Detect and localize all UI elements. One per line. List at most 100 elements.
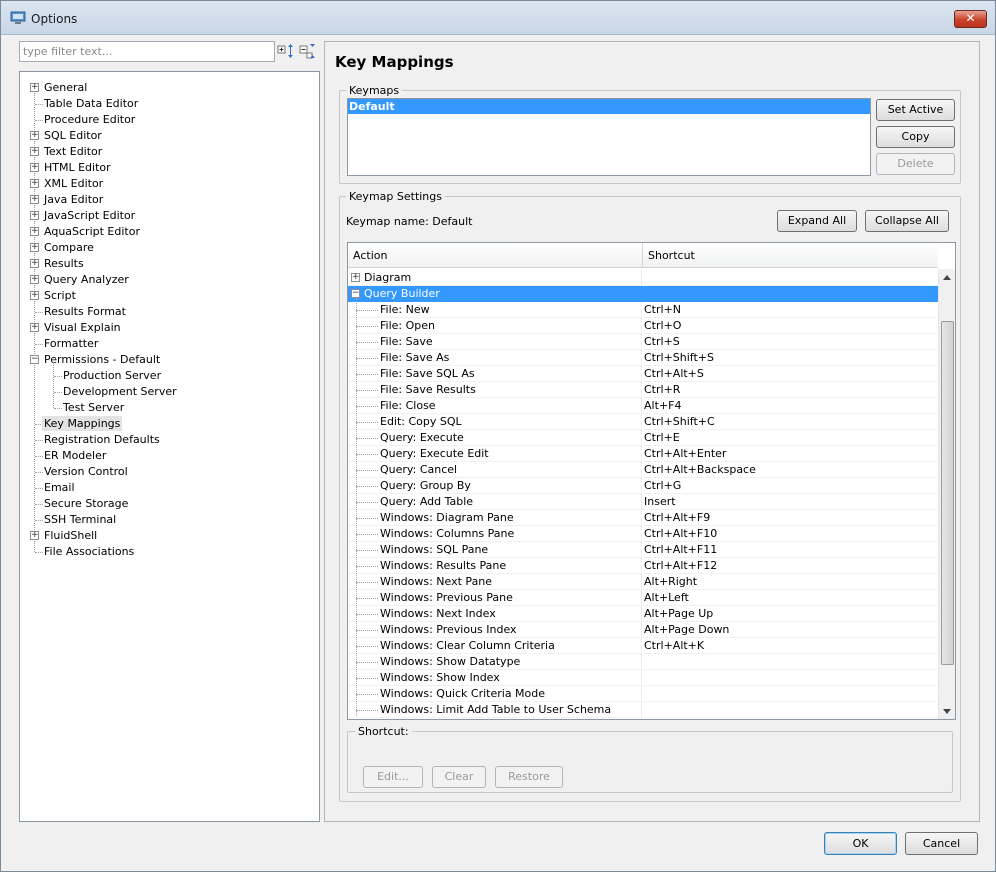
- set-active-button[interactable]: Set Active: [876, 99, 955, 121]
- title-bar[interactable]: Options ✕: [1, 1, 995, 35]
- copy-button[interactable]: Copy: [876, 126, 955, 148]
- expand-all-button[interactable]: Expand All: [777, 210, 857, 232]
- table-row[interactable]: File: Save Results Ctrl+R: [348, 382, 938, 398]
- table-row[interactable]: Query: Add Table Insert: [348, 494, 938, 510]
- tree-item-text-editor[interactable]: Text Editor: [44, 144, 102, 159]
- expand-icon[interactable]: +: [30, 323, 39, 332]
- table-row[interactable]: Query: Execute Edit Ctrl+Alt+Enter: [348, 446, 938, 462]
- tree-item-production-server[interactable]: Production Server: [63, 368, 161, 383]
- collapse-all-tree-icon[interactable]: [299, 43, 317, 61]
- expand-icon[interactable]: +: [30, 131, 39, 140]
- table-row[interactable]: Windows: Columns Pane Ctrl+Alt+F10: [348, 526, 938, 542]
- table-row[interactable]: Query: Execute Ctrl+E: [348, 430, 938, 446]
- expand-icon[interactable]: +: [30, 195, 39, 204]
- tree-item-visual-explain[interactable]: Visual Explain: [44, 320, 121, 335]
- expand-icon[interactable]: +: [30, 163, 39, 172]
- close-button[interactable]: ✕: [954, 10, 987, 28]
- options-tree[interactable]: + General Table Data Editor Procedure Edito…: [19, 71, 320, 822]
- table-row[interactable]: Edit: Copy SQL Ctrl+Shift+C: [348, 414, 938, 430]
- table-group-row[interactable]: + Diagram: [348, 270, 938, 286]
- tree-item-secure-storage[interactable]: Secure Storage: [44, 496, 128, 511]
- tree-item-table-data-editor[interactable]: Table Data Editor: [44, 96, 138, 111]
- table-row[interactable]: Windows: Previous Index Alt+Page Down: [348, 622, 938, 638]
- tree-item-results[interactable]: Results: [44, 256, 84, 271]
- expand-icon[interactable]: +: [30, 83, 39, 92]
- scroll-down-arrow-icon[interactable]: [943, 709, 951, 714]
- collapse-icon[interactable]: −: [30, 355, 39, 364]
- tree-item-email[interactable]: Email: [44, 480, 75, 495]
- table-scrollbar[interactable]: [938, 269, 955, 719]
- tree-item-general[interactable]: General: [44, 80, 87, 95]
- tree-item-html-editor[interactable]: HTML Editor: [44, 160, 111, 175]
- table-row[interactable]: Windows: Results Pane Ctrl+Alt+F12: [348, 558, 938, 574]
- table-row[interactable]: Windows: Previous Pane Alt+Left: [348, 590, 938, 606]
- expand-icon[interactable]: +: [30, 291, 39, 300]
- collapse-all-button[interactable]: Collapse All: [865, 210, 949, 232]
- expand-icon[interactable]: +: [30, 531, 39, 540]
- scroll-up-arrow-icon[interactable]: [943, 275, 951, 280]
- table-row[interactable]: File: Save Ctrl+S: [348, 334, 938, 350]
- tree-item-permissions-default[interactable]: Permissions - Default: [44, 352, 160, 367]
- tree-item-development-server[interactable]: Development Server: [63, 384, 177, 399]
- expand-icon[interactable]: +: [30, 211, 39, 220]
- filter-input[interactable]: [19, 41, 275, 62]
- delete-button[interactable]: Delete: [876, 153, 955, 175]
- table-row[interactable]: File: Save SQL As Ctrl+Alt+S: [348, 366, 938, 382]
- tree-item-test-server[interactable]: Test Server: [63, 400, 124, 415]
- clear-shortcut-button[interactable]: Clear: [432, 766, 486, 788]
- keymap-item-default[interactable]: Default: [348, 99, 870, 114]
- table-row[interactable]: Query: Group By Ctrl+G: [348, 478, 938, 494]
- table-row[interactable]: Windows: Clear Column Criteria Ctrl+Alt+K: [348, 638, 938, 654]
- table-row[interactable]: Windows: Quick Criteria Mode: [348, 686, 938, 702]
- column-header-action[interactable]: Action: [348, 243, 643, 268]
- tree-item-java-editor[interactable]: Java Editor: [44, 192, 103, 207]
- expand-icon[interactable]: +: [30, 259, 39, 268]
- key-mappings-table[interactable]: Action Shortcut + Diagram − Query Builder Fi…: [347, 242, 956, 720]
- expand-icon[interactable]: +: [30, 147, 39, 156]
- tree-item-query-analyzer[interactable]: Query Analyzer: [44, 272, 129, 287]
- expand-all-tree-icon[interactable]: [277, 43, 295, 61]
- table-row[interactable]: Windows: Diagram Pane Ctrl+Alt+F9: [348, 510, 938, 526]
- expand-icon[interactable]: +: [351, 273, 360, 282]
- table-row[interactable]: File: New Ctrl+N: [348, 302, 938, 318]
- edit-shortcut-button[interactable]: Edit...: [363, 766, 423, 788]
- tree-item-fluidshell[interactable]: FluidShell: [44, 528, 97, 543]
- tree-item-javascript-editor[interactable]: JavaScript Editor: [44, 208, 135, 223]
- cancel-button[interactable]: Cancel: [905, 832, 978, 855]
- expand-icon[interactable]: +: [30, 243, 39, 252]
- tree-item-xml-editor[interactable]: XML Editor: [44, 176, 103, 191]
- restore-shortcut-button[interactable]: Restore: [495, 766, 563, 788]
- table-row[interactable]: Windows: Show Datatype: [348, 654, 938, 670]
- tree-item-formatter[interactable]: Formatter: [44, 336, 98, 351]
- table-row[interactable]: File: Open Ctrl+O: [348, 318, 938, 334]
- table-row[interactable]: Windows: Show Index: [348, 670, 938, 686]
- tree-item-version-control[interactable]: Version Control: [44, 464, 128, 479]
- table-row[interactable]: Windows: Next Index Alt+Page Up: [348, 606, 938, 622]
- table-row[interactable]: Windows: SQL Pane Ctrl+Alt+F11: [348, 542, 938, 558]
- table-row[interactable]: Windows: Next Pane Alt+Right: [348, 574, 938, 590]
- expand-icon[interactable]: +: [30, 275, 39, 284]
- table-row[interactable]: Query: Cancel Ctrl+Alt+Backspace: [348, 462, 938, 478]
- table-row[interactable]: File: Save As Ctrl+Shift+S: [348, 350, 938, 366]
- tree-item-compare[interactable]: Compare: [44, 240, 94, 255]
- tree-item-procedure-editor[interactable]: Procedure Editor: [44, 112, 135, 127]
- tree-item-registration-defaults[interactable]: Registration Defaults: [44, 432, 160, 447]
- expand-icon[interactable]: +: [30, 179, 39, 188]
- tree-item-results-format[interactable]: Results Format: [44, 304, 126, 319]
- column-header-shortcut[interactable]: Shortcut: [643, 243, 938, 268]
- expand-icon[interactable]: +: [30, 227, 39, 236]
- tree-item-er-modeler[interactable]: ER Modeler: [44, 448, 106, 463]
- tree-item-key-mappings[interactable]: Key Mappings: [42, 416, 123, 431]
- tree-item-ssh-terminal[interactable]: SSH Terminal: [44, 512, 116, 527]
- scroll-thumb[interactable]: [941, 321, 954, 665]
- tree-item-script[interactable]: Script: [44, 288, 76, 303]
- table-row[interactable]: Windows: Limit Add Table to User Schema: [348, 702, 938, 718]
- table-group-row[interactable]: − Query Builder: [348, 286, 938, 302]
- ok-button[interactable]: OK: [824, 832, 897, 855]
- collapse-icon[interactable]: −: [351, 289, 360, 298]
- tree-item-file-associations[interactable]: File Associations: [44, 544, 134, 559]
- tree-item-aquascript-editor[interactable]: AquaScript Editor: [44, 224, 140, 239]
- table-row[interactable]: File: Close Alt+F4: [348, 398, 938, 414]
- keymap-list[interactable]: Default: [347, 98, 871, 176]
- tree-item-sql-editor[interactable]: SQL Editor: [44, 128, 102, 143]
